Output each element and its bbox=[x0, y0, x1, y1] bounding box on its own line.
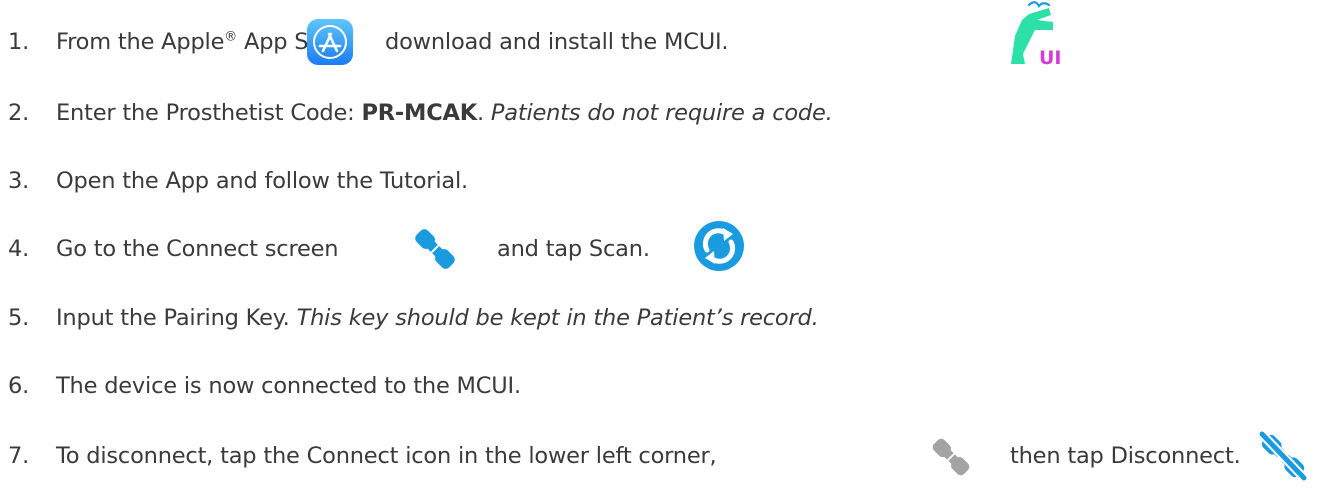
step-3: 3. Open the App and follow the Tutorial. bbox=[8, 161, 468, 201]
step-2: 2. Enter the Prosthetist Code: PR-MCAK. … bbox=[8, 93, 833, 133]
disconnect-icon[interactable] bbox=[1256, 428, 1310, 484]
step-text: Go to the Connect screen bbox=[56, 236, 339, 262]
step-7: 7. To disconnect, tap the Connect icon i… bbox=[8, 436, 717, 476]
step-7-tail: then tap Disconnect. bbox=[1010, 443, 1241, 469]
step-number: 3. bbox=[8, 168, 30, 194]
scan-refresh-icon[interactable] bbox=[693, 220, 745, 272]
mcui-logo-icon: UI bbox=[1011, 1, 1062, 68]
step-number: 1. bbox=[8, 29, 30, 55]
step-6: 6. The device is now connected to the MC… bbox=[8, 366, 521, 406]
step-number: 5. bbox=[8, 305, 30, 331]
step-number: 6. bbox=[8, 373, 30, 399]
step-1: 1. From the Apple® App Store bbox=[8, 22, 353, 62]
step-4: 4. Go to the Connect screen bbox=[8, 229, 339, 269]
connect-plug-grey-icon[interactable] bbox=[927, 432, 975, 482]
step-text: The device is now connected to the MCUI. bbox=[56, 373, 521, 399]
step-number: 4. bbox=[8, 236, 30, 262]
step-text: Enter the Prosthetist Code: PR-MCAK. Pat… bbox=[56, 100, 833, 126]
app-store-icon[interactable] bbox=[306, 18, 354, 66]
prosthetist-code: PR-MCAK bbox=[361, 100, 477, 126]
step-5: 5. Input the Pairing Key. This key shoul… bbox=[8, 298, 819, 338]
svg-text:UI: UI bbox=[1039, 47, 1062, 68]
step-1-tail: download and install the MCUI. bbox=[385, 29, 729, 55]
step-text: Open the App and follow the Tutorial. bbox=[56, 168, 468, 194]
step-number: 2. bbox=[8, 100, 30, 126]
connect-plug-icon[interactable] bbox=[409, 224, 461, 274]
step-4-tail: and tap Scan. bbox=[497, 236, 650, 262]
step-text: Input the Pairing Key. This key should b… bbox=[56, 305, 819, 331]
step-number: 7. bbox=[8, 443, 30, 469]
step-text: To disconnect, tap the Connect icon in t… bbox=[56, 443, 717, 469]
